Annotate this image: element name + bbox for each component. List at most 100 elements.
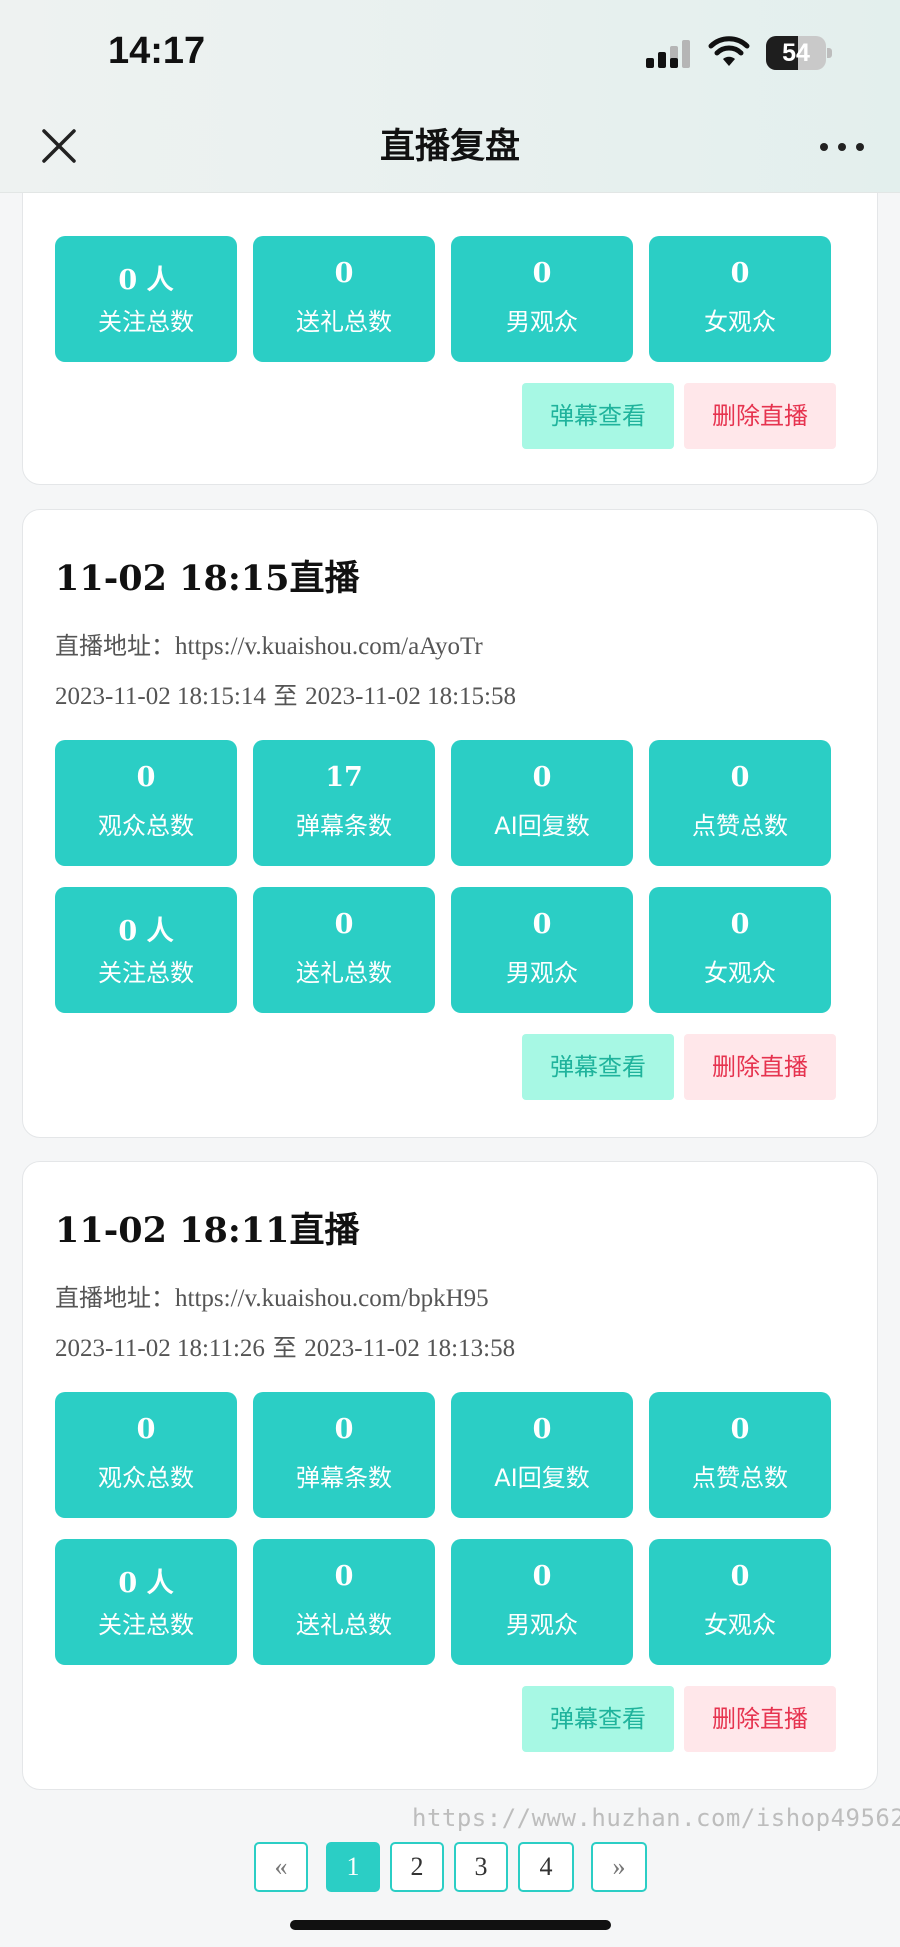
wifi-icon [708,36,750,66]
live-url-link[interactable]: https://v.kuaishou.com/aAyoTr [175,633,483,660]
live-title: 11-02 18:15直播 [55,558,360,599]
home-indicator [290,1920,611,1930]
stat-follow-total: 0 人 关注总数 [55,236,237,362]
live-card: 11-02 18:11直播 直播地址：https://v.kuaishou.co… [22,1161,878,1790]
stat-follow-total: 0 人 关注总数 [55,1539,237,1665]
live-url-label: 直播地址： [55,632,175,660]
live-url-row: 直播地址：https://v.kuaishou.com/bpkH95 [55,1278,489,1313]
pagination-page-2[interactable]: 2 [390,1842,444,1892]
stat-viewer-total: 0 观众总数 [55,740,237,866]
stat-ai-reply-count: 0 AI回复数 [451,740,633,866]
stat-value: 0 [730,1414,750,1445]
stat-label: 观众总数 [98,812,194,840]
more-options-icon[interactable] [816,125,868,169]
stat-value: 0 [730,258,750,289]
live-start-time: 2023-11-02 18:15:14 [55,683,266,710]
stat-danmaku-count: 17 弹幕条数 [253,740,435,866]
stat-male-viewers: 0 男观众 [451,887,633,1013]
stat-value: 0 [532,762,552,793]
stat-label: 弹幕条数 [296,1464,392,1492]
close-icon[interactable] [36,123,82,169]
stat-gift-total: 0 送礼总数 [253,887,435,1013]
stat-label: 女观众 [704,1611,776,1639]
stat-female-viewers: 0 女观众 [649,1539,831,1665]
stat-female-viewers: 0 女观众 [649,236,831,362]
stat-value: 0 [532,909,552,940]
status-bar: 14:17 54 [0,0,900,105]
stat-label: 女观众 [704,959,776,987]
stat-label: 男观众 [506,959,578,987]
stat-like-total: 0 点赞总数 [649,1392,831,1518]
stat-value: 0 [532,258,552,289]
stat-value: 0 人 [118,916,174,947]
live-card: 11-02 18:15直播 直播地址：https://v.kuaishou.co… [22,509,878,1138]
stat-label: 男观众 [506,1611,578,1639]
stat-value: 0 人 [118,265,174,296]
live-start-time: 2023-11-02 18:11:26 [55,1335,265,1362]
stat-viewer-total: 0 观众总数 [55,1392,237,1518]
cellular-signal-icon [646,40,690,68]
stat-label: 送礼总数 [296,1611,392,1639]
stat-danmaku-count: 0 弹幕条数 [253,1392,435,1518]
nav-bar: 直播复盘 [0,105,900,193]
stat-label: 点赞总数 [692,812,788,840]
live-title: 11-02 18:11直播 [55,1210,360,1251]
stat-value: 0 [730,909,750,940]
view-danmaku-button[interactable]: 弹幕查看 [522,1686,674,1752]
page-title: 直播复盘 [379,127,520,167]
stat-label: 弹幕条数 [296,812,392,840]
stat-value: 17 [325,762,363,793]
pagination-page-1[interactable]: 1 [326,1842,380,1892]
pagination-page-3[interactable]: 3 [454,1842,508,1892]
stat-label: 关注总数 [98,959,194,987]
pagination-prev[interactable]: « [254,1842,308,1892]
live-end-time: 2023-11-02 18:15:58 [305,683,517,710]
stat-label: 观众总数 [98,1464,194,1492]
stat-value: 0 [334,258,354,289]
stat-gift-total: 0 送礼总数 [253,236,435,362]
stat-label: 点赞总数 [692,1464,788,1492]
stat-female-viewers: 0 女观众 [649,887,831,1013]
stat-label: 男观众 [506,308,578,336]
status-time: 14:17 [108,30,206,72]
live-url-link[interactable]: https://v.kuaishou.com/bpkH95 [175,1285,489,1312]
stat-gift-total: 0 送礼总数 [253,1539,435,1665]
stat-value: 0 人 [118,1568,174,1599]
stat-male-viewers: 0 男观众 [451,1539,633,1665]
stat-label: 送礼总数 [296,308,392,336]
pagination-page-4[interactable]: 4 [518,1842,574,1892]
delete-live-button[interactable]: 删除直播 [684,1686,836,1752]
live-time-range: 2023-11-02 18:15:14 至 2023-11-02 18:15:5… [55,676,516,711]
delete-live-button[interactable]: 删除直播 [684,383,836,449]
stat-label: 送礼总数 [296,959,392,987]
watermark-text: https://www.huzhan.com/ishop49562 [412,1804,900,1832]
stat-value: 0 [334,1414,354,1445]
stat-value: 0 [532,1414,552,1445]
live-end-time: 2023-11-02 18:13:58 [304,1335,516,1362]
view-danmaku-button[interactable]: 弹幕查看 [522,1034,674,1100]
stat-ai-reply-count: 0 AI回复数 [451,1392,633,1518]
stat-like-total: 0 点赞总数 [649,740,831,866]
stat-label: 关注总数 [98,308,194,336]
time-separator: 至 [265,682,306,710]
live-time-range: 2023-11-02 18:11:26 至 2023-11-02 18:13:5… [55,1328,515,1363]
stat-follow-total: 0 人 关注总数 [55,887,237,1013]
stat-value: 0 [136,1414,156,1445]
view-danmaku-button[interactable]: 弹幕查看 [522,383,674,449]
time-separator: 至 [264,1334,305,1362]
stat-value: 0 [334,909,354,940]
live-url-row: 直播地址：https://v.kuaishou.com/aAyoTr [55,626,483,661]
live-url-label: 直播地址： [55,1284,175,1312]
stat-male-viewers: 0 男观众 [451,236,633,362]
stat-value: 0 [730,1561,750,1592]
delete-live-button[interactable]: 删除直播 [684,1034,836,1100]
stat-value: 0 [532,1561,552,1592]
stat-label: AI回复数 [494,1464,590,1492]
stat-value: 0 [334,1561,354,1592]
battery-icon: 54 [766,36,832,70]
stat-label: 关注总数 [98,1611,194,1639]
stat-value: 0 [136,762,156,793]
stat-label: AI回复数 [494,812,590,840]
pagination-next[interactable]: » [591,1842,647,1892]
battery-percent: 54 [782,39,810,67]
